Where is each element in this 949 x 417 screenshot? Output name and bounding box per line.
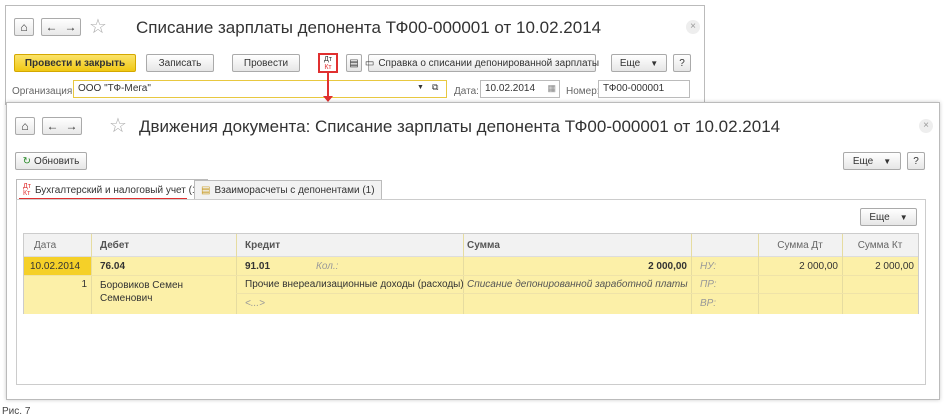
- more-label: Еще: [619, 57, 641, 69]
- row-number: 1: [81, 278, 87, 290]
- save-button[interactable]: Записать: [146, 54, 214, 72]
- header-sum[interactable]: Сумма: [463, 234, 504, 257]
- tab-label: Бухгалтерский и налоговый учет (1): [34, 184, 201, 196]
- tab-depositors[interactable]: ▤ Взаиморасчеты с депонентами (1): [194, 180, 382, 199]
- movements-table: Дата Дебет Кредит Сумма Сумма Дт Сумма К…: [23, 233, 919, 314]
- organization-value: ООО "ТФ-Мега": [78, 83, 151, 94]
- header-sum-kt[interactable]: Сумма Кт: [842, 234, 918, 257]
- dropdown-arrow-icon: ▼: [899, 212, 908, 222]
- refresh-button[interactable]: ↻ Обновить: [15, 152, 87, 170]
- refresh-label: Обновить: [34, 155, 80, 167]
- row-sum: 2 000,00: [648, 260, 687, 272]
- forward-arrow-icon[interactable]: →: [66, 119, 78, 133]
- movements-window: ⌂ ← → ☆ Движения документа: Списание зарп…: [6, 102, 940, 400]
- home-button[interactable]: ⌂: [14, 18, 34, 36]
- header-debit[interactable]: Дебет: [96, 234, 133, 257]
- more-button[interactable]: Еще ▼: [611, 54, 667, 72]
- header-credit[interactable]: Кредит: [241, 234, 284, 257]
- more-label: Еще: [852, 155, 874, 167]
- dropdown-arrow-icon: ▼: [650, 58, 659, 68]
- header-date[interactable]: Дата: [30, 234, 60, 257]
- help-button[interactable]: ?: [907, 152, 925, 170]
- close-icon[interactable]: ×: [686, 20, 700, 34]
- row-sum-kt: 2 000,00: [875, 260, 914, 272]
- report-button[interactable]: ▭ Справка о списании депонированной зарпл…: [364, 54, 600, 72]
- organization-label: Организация:: [12, 86, 76, 97]
- row-vr-label: ВР:: [700, 297, 717, 309]
- tab-label: Взаиморасчеты с депонентами (1): [214, 184, 375, 196]
- row-credit-subconto: Прочие внереализационные доходы (расходы…: [245, 278, 464, 290]
- close-icon[interactable]: ×: [919, 119, 933, 133]
- document-icon: ▤: [201, 184, 211, 196]
- date-field[interactable]: 10.02.2014 ▦: [480, 80, 560, 98]
- forward-arrow-icon[interactable]: →: [65, 20, 77, 34]
- dropdown-arrow-icon[interactable]: ▼: [417, 84, 424, 91]
- open-link-icon[interactable]: ⧉: [432, 82, 438, 93]
- row-content: Списание депонированной заработной платы: [467, 278, 688, 290]
- back-forward-group: ← →: [42, 117, 82, 135]
- column-divider: [236, 234, 237, 314]
- column-divider: [91, 234, 92, 314]
- row-pr-label: ПР:: [700, 278, 717, 290]
- more-button[interactable]: Еще ▼: [843, 152, 901, 170]
- report-button-label: Справка о списании депонированной зарпла…: [378, 57, 600, 69]
- dt-kt-icon: Дт Кт: [23, 183, 31, 197]
- row-sum-dt: 2 000,00: [799, 260, 838, 272]
- home-button[interactable]: ⌂: [15, 117, 35, 135]
- column-divider: [691, 234, 692, 314]
- tab-panel: Еще ▼ Дата Дебет Кредит Сумма Сумма Дт Су…: [16, 199, 926, 385]
- back-arrow-icon[interactable]: ←: [47, 119, 59, 133]
- number-label: Номер:: [566, 86, 600, 97]
- more-label: Еще: [869, 211, 890, 223]
- favorite-star-icon[interactable]: ☆: [109, 113, 127, 138]
- header-sum-dt[interactable]: Сумма Дт: [758, 234, 842, 257]
- figure-caption: Рис. 7: [2, 406, 31, 417]
- back-arrow-icon[interactable]: ←: [46, 20, 58, 34]
- print-icon-button[interactable]: ▤: [346, 54, 362, 72]
- post-button[interactable]: Провести: [232, 54, 300, 72]
- row-nu-label: НУ:: [700, 260, 717, 272]
- tab-accounting[interactable]: Дт Кт Бухгалтерский и налоговый учет (1): [16, 179, 208, 200]
- date-label: Дата:: [454, 86, 479, 97]
- row-date: 10.02.2014: [30, 260, 81, 272]
- organization-field[interactable]: ООО "ТФ-Мега" ▼ ⧉: [73, 80, 447, 98]
- document-window: ⌂ ← → ☆ Списание зарплаты депонента ТФ00-…: [5, 5, 705, 105]
- pointer-arrow: [327, 71, 329, 99]
- dropdown-arrow-icon: ▼: [883, 156, 892, 166]
- row-divider: [236, 293, 918, 294]
- row-credit: 91.01: [245, 260, 271, 272]
- help-button[interactable]: ?: [673, 54, 691, 72]
- row-debit: 76.04: [100, 260, 126, 272]
- date-value: 10.02.2014: [485, 83, 536, 94]
- printer-icon: ▭: [364, 57, 375, 69]
- row-debit-subconto: Боровиков Семен Семенович: [100, 280, 184, 304]
- calendar-icon[interactable]: ▦: [547, 83, 556, 94]
- refresh-icon: ↻: [22, 155, 32, 167]
- post-and-close-button[interactable]: Провести и закрыть: [14, 54, 136, 72]
- panel-more-button[interactable]: Еще ▼: [860, 208, 917, 226]
- back-forward-group: ← →: [41, 18, 81, 36]
- row-credit-subconto-2: <...>: [245, 297, 266, 309]
- window-title: Списание зарплаты депонента ТФ00-000001 …: [136, 18, 602, 37]
- window-title: Движения документа: Списание зарплаты де…: [139, 117, 781, 136]
- row-qty-label: Кол.:: [316, 260, 339, 272]
- dt-kt-movements-icon[interactable]: Дт Кт: [318, 53, 338, 73]
- number-field[interactable]: ТФ00-000001: [598, 80, 690, 98]
- favorite-star-icon[interactable]: ☆: [89, 14, 107, 39]
